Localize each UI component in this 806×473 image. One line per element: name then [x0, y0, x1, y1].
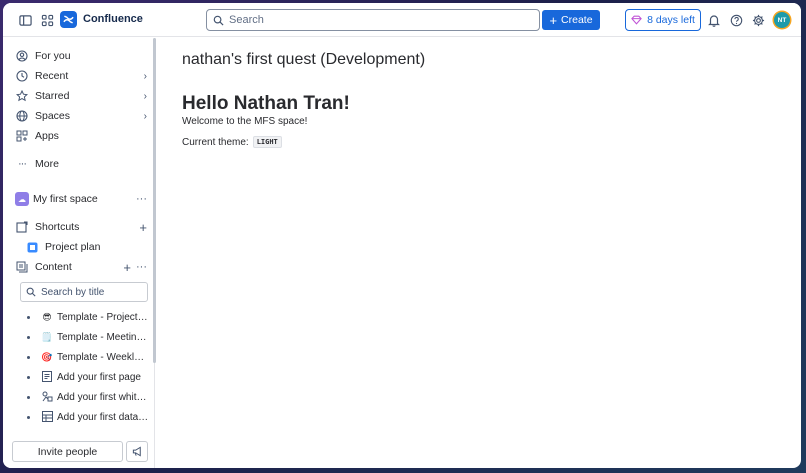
sidebar-item-label: Spaces [35, 110, 71, 122]
bullet [27, 375, 30, 379]
sidebar-item-starred[interactable]: Starred › [15, 87, 147, 105]
tree-item-label: Template - Project plan [57, 311, 149, 323]
tree-item[interactable]: Add your first page [27, 369, 149, 385]
tree-item[interactable]: 🗒️ Template - Meeting notes [27, 329, 149, 345]
tree-item-label: Add your first database [57, 411, 149, 423]
content-more-icon[interactable]: ··· [136, 261, 147, 273]
theme-label: Current theme: [182, 136, 249, 148]
search-icon [213, 15, 224, 26]
help-icon[interactable] [726, 10, 746, 30]
sidebar-item-label: Apps [35, 130, 59, 142]
chevron-right-icon: › [143, 70, 147, 82]
trial-button[interactable]: 8 days left [625, 9, 701, 31]
chevron-right-icon: › [143, 90, 147, 102]
bullet [27, 395, 30, 399]
create-button-label: Create [561, 14, 593, 26]
global-search[interactable] [206, 9, 540, 31]
project-plan-icon [25, 240, 39, 254]
notepad-emoji-icon: 🗒️ [41, 331, 53, 342]
space-more-icon[interactable]: ··· [136, 193, 147, 205]
content-icon [15, 260, 29, 274]
title-search[interactable] [20, 282, 148, 302]
app-name[interactable]: Confluence [83, 13, 143, 25]
tree-item[interactable]: 😎 Template - Project plan [27, 309, 149, 325]
tree-item[interactable]: 🎯 Template - Weekly status report [27, 349, 149, 365]
sidebar-item-shortcuts[interactable]: Shortcuts + [15, 218, 147, 236]
tree-item-label: Add your first whiteboard [57, 391, 149, 403]
whiteboard-icon [41, 391, 53, 404]
sidebar-item-apps[interactable]: Apps [15, 127, 147, 145]
theme-line: Current theme: LIGHT [182, 136, 282, 148]
sidebar-item-for-you[interactable]: For you [15, 47, 147, 65]
content-label: Content [35, 261, 72, 273]
sidebar-item-label: For you [35, 50, 71, 62]
shortcut-label: Project plan [45, 241, 101, 253]
settings-gear-icon[interactable] [748, 10, 768, 30]
welcome-text: Welcome to the MFS space! [182, 116, 308, 127]
diamond-icon [631, 15, 642, 25]
add-content-icon[interactable]: + [123, 260, 131, 275]
tree-item-label: Add your first page [57, 371, 141, 383]
search-icon [26, 287, 36, 297]
sidebar-item-recent[interactable]: Recent › [15, 67, 147, 85]
title-search-input[interactable] [41, 286, 141, 298]
bullet [27, 415, 30, 419]
tree-item-label: Template - Meeting notes [57, 331, 149, 343]
sidebar-toggle-icon[interactable] [15, 10, 35, 30]
search-input[interactable] [229, 14, 529, 26]
star-icon [15, 89, 29, 103]
space-name: My first space [33, 193, 98, 205]
sidebar-item-label: More [35, 158, 59, 170]
sidebar-item-content[interactable]: Content + ··· [15, 258, 147, 276]
sidebar-item-spaces[interactable]: Spaces › [15, 107, 147, 125]
shortcut-project-plan[interactable]: Project plan [25, 238, 147, 256]
more-icon: ··· [18, 158, 27, 170]
notifications-bell-icon[interactable] [704, 10, 724, 30]
space-avatar-icon: ☁ [15, 192, 29, 206]
target-emoji-icon: 🎯 [41, 351, 53, 362]
bullet [27, 355, 30, 359]
shortcut-icon [15, 220, 29, 234]
user-avatar[interactable]: NT [774, 12, 790, 28]
person-circle-icon [15, 49, 29, 63]
app-switcher-icon[interactable] [37, 10, 57, 30]
top-nav-bar: Confluence + Create 8 days left NT [3, 3, 801, 37]
tree-item[interactable]: Add your first database [27, 409, 149, 425]
tree-item-label: Template - Weekly status report [57, 351, 149, 363]
sidebar: For you Recent › Starred › Spaces › Apps… [3, 38, 155, 468]
tree-item[interactable]: Add your first whiteboard [27, 389, 149, 405]
plus-icon: + [549, 12, 558, 28]
database-icon [41, 410, 53, 424]
confluence-logo-icon[interactable] [60, 11, 77, 28]
theme-value-badge: LIGHT [252, 136, 282, 148]
bullet [27, 335, 30, 339]
sidebar-scrollbar[interactable] [153, 38, 156, 363]
chevron-right-icon: › [143, 110, 147, 122]
create-button[interactable]: + Create [542, 10, 600, 30]
page-heading: Hello Nathan Tran! [182, 93, 350, 114]
trial-label: 8 days left [647, 14, 695, 26]
sidebar-item-label: Recent [35, 70, 69, 82]
sidebar-item-label: Starred [35, 90, 70, 102]
bullet [27, 315, 30, 319]
megaphone-icon[interactable] [126, 441, 148, 462]
sidebar-item-more[interactable]: ··· More [15, 155, 147, 173]
clock-icon [15, 69, 29, 83]
page-title: nathan's first quest (Development) [182, 51, 426, 68]
space-header[interactable]: ☁ My first space ··· [15, 190, 147, 208]
apps-icon [15, 129, 29, 143]
globe-icon [15, 109, 29, 123]
sunglasses-emoji-icon: 😎 [42, 311, 52, 322]
page-icon [41, 370, 53, 384]
add-shortcut-icon[interactable]: + [139, 220, 147, 235]
shortcuts-label: Shortcuts [35, 221, 80, 233]
invite-people-button[interactable]: Invite people [12, 441, 123, 462]
app-window: Confluence + Create 8 days left NT For y… [3, 3, 801, 468]
